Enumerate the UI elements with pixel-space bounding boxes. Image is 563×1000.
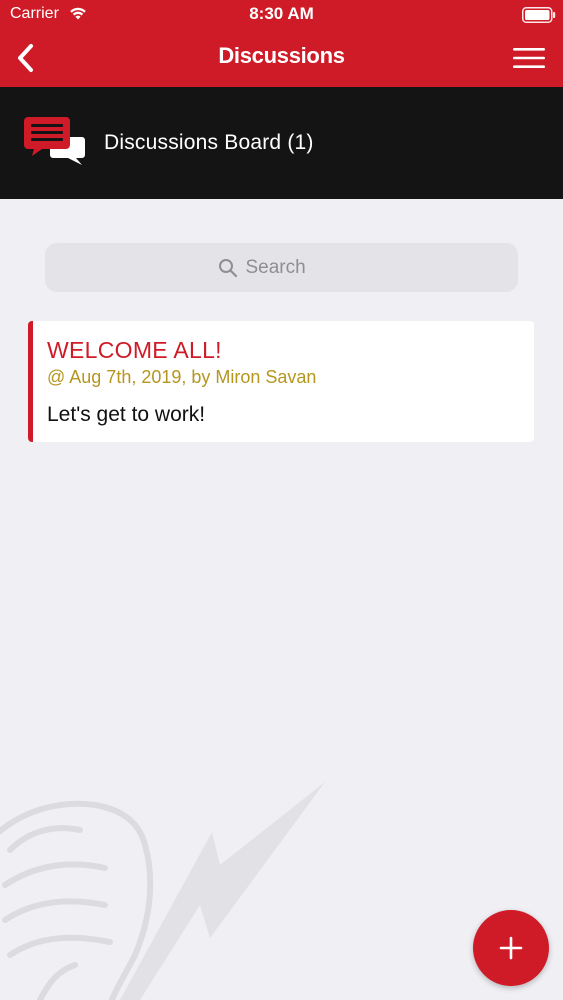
search-input[interactable] (245, 256, 346, 279)
plus-icon (499, 936, 523, 960)
battery-icon (522, 7, 556, 23)
app-screen: Carrier 8:30 AM Discussions Discussions … (0, 0, 563, 1000)
navigation-bar: Discussions (0, 30, 563, 87)
board-title: Discussions Board (1) (104, 131, 314, 154)
add-post-button[interactable] (473, 910, 549, 986)
page-title: Discussions (218, 43, 345, 68)
discussion-post-card[interactable]: WELCOME ALL! @ Aug 7th, 2019, by Miron S… (28, 321, 534, 442)
post-title: WELCOME ALL! (47, 337, 222, 363)
clock-time: 8:30 AM (249, 4, 314, 23)
board-header: Discussions Board (1) (0, 87, 563, 199)
fist-lightning-watermark (0, 782, 325, 1000)
hamburger-menu-icon (513, 48, 545, 68)
menu-button[interactable] (506, 40, 552, 76)
chat-bubbles-icon (24, 117, 85, 165)
post-meta: @ Aug 7th, 2019, by Miron Savan (47, 367, 317, 387)
search-icon (218, 258, 237, 277)
search-bar[interactable] (45, 243, 518, 292)
status-bar: Carrier 8:30 AM (0, 0, 563, 30)
post-body: Let's get to work! (47, 403, 206, 426)
